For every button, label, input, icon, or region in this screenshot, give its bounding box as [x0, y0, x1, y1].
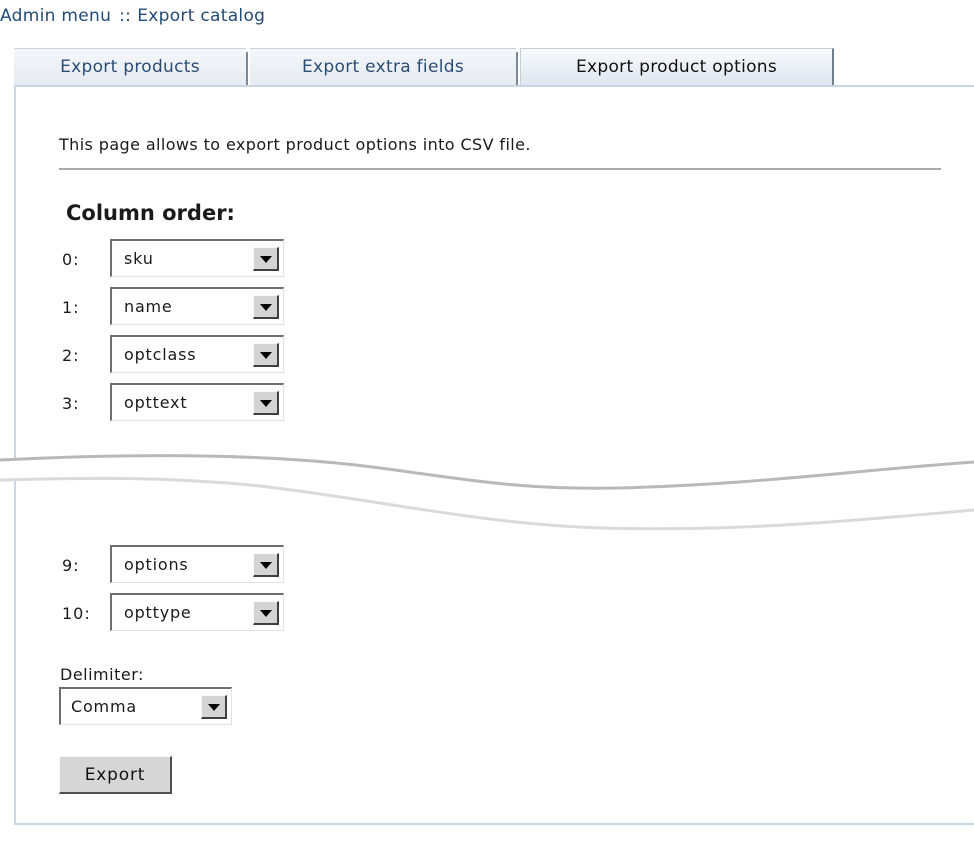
- chevron-down-icon[interactable]: [253, 295, 279, 319]
- delimiter-select[interactable]: Comma: [59, 687, 232, 725]
- column-index-label: 0:: [62, 250, 80, 269]
- column-select-9[interactable]: options: [110, 545, 284, 583]
- tab-label: Export products: [60, 57, 200, 77]
- chevron-down-icon[interactable]: [253, 247, 279, 271]
- tab-label: Export product options: [575, 57, 778, 77]
- breadcrumb: Admin menu:: Export catalog: [0, 6, 265, 26]
- column-index-label: 10:: [62, 604, 91, 623]
- export-button[interactable]: Export: [59, 756, 172, 794]
- chevron-down-icon[interactable]: [253, 391, 279, 415]
- torn-page-break: [0, 454, 974, 531]
- tab-divider: [246, 52, 248, 85]
- chevron-down-icon[interactable]: [253, 553, 279, 577]
- column-index-label: 9:: [62, 556, 80, 575]
- breadcrumb-admin-menu[interactable]: Admin menu: [0, 6, 111, 26]
- column-select-0[interactable]: sku: [110, 239, 284, 277]
- column-index-label: 2:: [62, 346, 80, 365]
- tab-export-product-options[interactable]: Export product options: [520, 48, 834, 85]
- column-select-10[interactable]: opttype: [110, 593, 284, 631]
- select-value: opttype: [124, 603, 192, 622]
- tab-export-products[interactable]: Export products: [14, 48, 246, 85]
- column-index-label: 3:: [62, 394, 80, 413]
- chevron-down-icon[interactable]: [253, 601, 279, 625]
- column-index-label: 1:: [62, 298, 80, 317]
- column-select-2[interactable]: optclass: [110, 335, 284, 373]
- column-order-heading: Column order:: [66, 201, 235, 225]
- breadcrumb-separator: ::: [119, 6, 132, 26]
- column-select-3[interactable]: opttext: [110, 383, 284, 421]
- intro-text: This page allows to export product optio…: [59, 135, 531, 154]
- delimiter-label: Delimiter:: [60, 665, 144, 684]
- select-value: sku: [124, 249, 154, 268]
- select-value: options: [124, 555, 189, 574]
- select-value: Comma: [71, 697, 137, 716]
- breadcrumb-current: Export catalog: [137, 6, 266, 26]
- select-value: optclass: [124, 345, 197, 364]
- select-value: opttext: [124, 393, 188, 412]
- select-value: name: [124, 297, 173, 316]
- tab-label: Export extra fields: [302, 57, 464, 77]
- tab-export-extra-fields[interactable]: Export extra fields: [250, 48, 516, 85]
- chevron-down-icon[interactable]: [253, 343, 279, 367]
- chevron-down-icon[interactable]: [201, 695, 227, 719]
- tab-divider: [516, 52, 518, 85]
- column-select-1[interactable]: name: [110, 287, 284, 325]
- divider: [59, 168, 941, 170]
